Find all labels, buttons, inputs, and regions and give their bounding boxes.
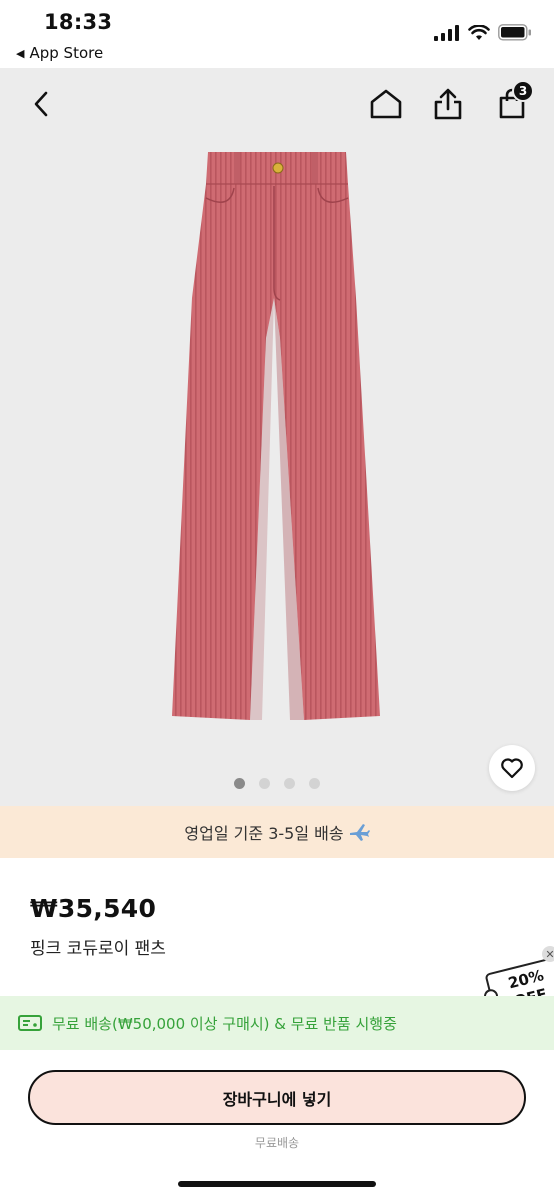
shipping-time-text: 영업일 기준 3-5일 배송 — [184, 824, 344, 843]
heart-icon — [501, 758, 523, 779]
home-button[interactable] — [364, 82, 408, 126]
cart-button[interactable]: 3 — [490, 80, 534, 126]
back-triangle-icon: ◀ — [16, 46, 25, 60]
status-time: 18:33 — [44, 10, 113, 34]
wishlist-button[interactable] — [489, 745, 535, 791]
add-to-cart-button[interactable]: 장바구니에 넣기 — [28, 1070, 526, 1125]
back-button[interactable] — [20, 82, 64, 126]
wifi-icon — [468, 24, 490, 40]
pagination-dot-active[interactable] — [234, 778, 245, 789]
gallery-pagination — [0, 778, 554, 789]
free-shipping-text: 무료 배송(₩50,000 이상 구매시) & 무료 반품 시행중 — [52, 1014, 397, 1033]
pagination-dot[interactable] — [309, 778, 320, 789]
free-shipping-promo[interactable]: 무료 배송(₩50,000 이상 구매시) & 무료 반품 시행중 — [0, 996, 554, 1050]
airplane-icon — [349, 824, 370, 841]
status-bar: 18:33 ◀ App Store — [0, 0, 554, 68]
back-to-app-link[interactable]: ◀ App Store — [16, 44, 103, 62]
free-shipping-caption: 무료배송 — [254, 1136, 300, 1150]
share-icon — [434, 88, 462, 120]
home-icon — [370, 89, 402, 119]
share-button[interactable] — [426, 82, 470, 126]
pagination-dot[interactable] — [284, 778, 295, 789]
close-icon[interactable]: ✕ — [542, 946, 554, 962]
shipping-time-banner: 영업일 기준 3-5일 배송 — [0, 806, 554, 858]
product-name: 핑크 코듀로이 팬츠 — [30, 939, 166, 959]
battery-icon — [498, 24, 531, 41]
delivery-truck-icon — [18, 1015, 42, 1031]
home-indicator[interactable] — [178, 1181, 376, 1187]
product-image — [172, 152, 380, 720]
back-arrow-icon — [34, 91, 48, 117]
pagination-dot[interactable] — [259, 778, 270, 789]
product-image-gallery[interactable]: 3 — [0, 68, 554, 806]
signal-icon — [434, 24, 459, 41]
back-app-label: App Store — [29, 44, 104, 62]
cart-count-badge: 3 — [512, 80, 534, 102]
product-price: ₩35,540 — [30, 894, 157, 923]
system-icons — [434, 24, 532, 41]
